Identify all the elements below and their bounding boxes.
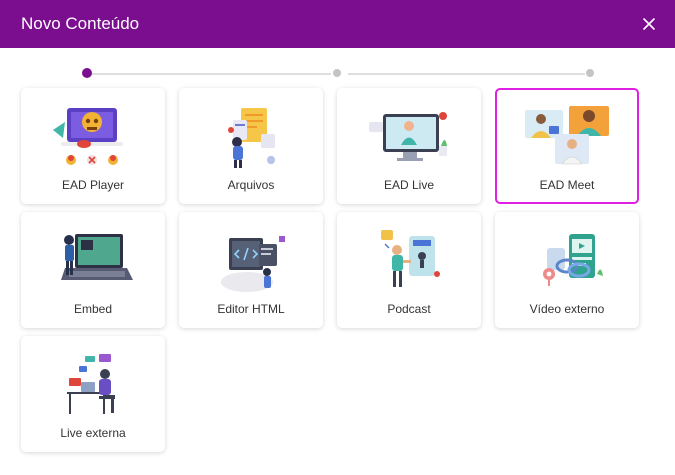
ead-live-illustration — [369, 112, 447, 161]
option-ead-player[interactable]: EAD Player — [21, 88, 165, 204]
stepper — [82, 67, 598, 81]
editor-html-illustration — [221, 236, 285, 292]
option-live-externa[interactable]: Live externa — [21, 336, 165, 452]
option-label: Vídeo externo — [529, 302, 605, 316]
close-icon[interactable] — [641, 16, 657, 32]
option-label: EAD Live — [383, 178, 435, 192]
option-embed[interactable]: Embed — [21, 212, 165, 328]
option-video-externo[interactable]: Vídeo externo — [495, 212, 639, 328]
live-externa-illustration — [67, 354, 115, 414]
option-label: EAD Meet — [539, 178, 595, 192]
option-label: Podcast — [387, 302, 431, 316]
dialog-title: Novo Conteúdo — [21, 14, 140, 33]
option-ead-meet[interactable]: EAD Meet — [495, 88, 639, 204]
ead-meet-illustration — [525, 106, 609, 165]
option-label: EAD Player — [61, 178, 125, 192]
embed-illustration — [61, 234, 133, 280]
podcast-illustration — [381, 230, 440, 287]
dialog-header: Novo Conteúdo — [0, 0, 675, 48]
arquivos-illustration — [228, 108, 275, 168]
step-3-dot — [586, 69, 594, 77]
option-label: Embed — [73, 302, 113, 316]
ead-player-illustration — [53, 108, 123, 165]
video-externo-illustration — [543, 234, 603, 286]
option-ead-live[interactable]: EAD Live — [337, 88, 481, 204]
option-label: Editor HTML — [217, 302, 285, 316]
option-label: Live externa — [60, 426, 126, 440]
step-2-dot — [333, 69, 341, 77]
content-type-grid: EAD Player Arquivos EAD Live EAD Meet Em… — [21, 88, 639, 452]
step-1-dot — [82, 68, 92, 78]
option-editor-html[interactable]: Editor HTML — [179, 212, 323, 328]
option-arquivos[interactable]: Arquivos — [179, 88, 323, 204]
stepper-line-1 — [92, 73, 331, 75]
stepper-line-2 — [348, 73, 585, 75]
option-label: Arquivos — [227, 178, 275, 192]
option-podcast[interactable]: Podcast — [337, 212, 481, 328]
